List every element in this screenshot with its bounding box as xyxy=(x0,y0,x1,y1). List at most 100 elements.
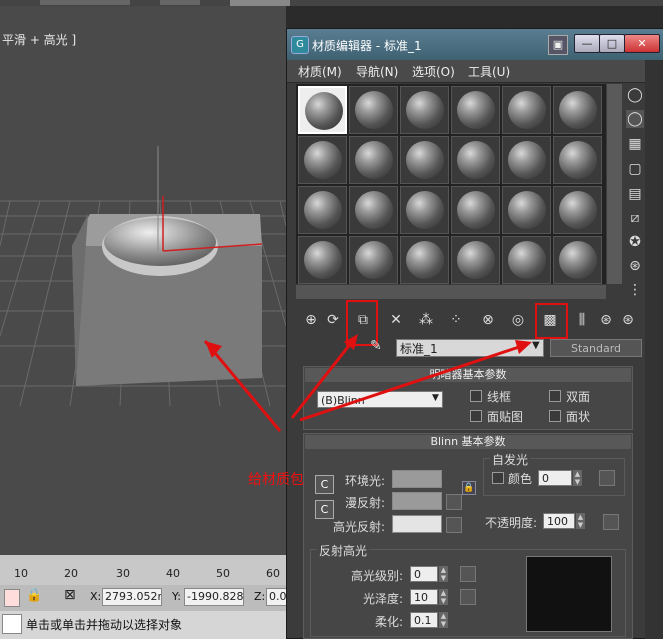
sample-type-icon[interactable]: ◯ xyxy=(626,86,644,104)
sample-slot[interactable] xyxy=(349,136,398,184)
glossiness-map-button[interactable] xyxy=(460,589,476,605)
sample-slot[interactable] xyxy=(451,236,500,284)
pick-material-icon[interactable]: ✎ xyxy=(370,338,382,354)
menu-utilities[interactable]: 工具(U) xyxy=(468,63,510,80)
get-material-icon[interactable]: ⊕ xyxy=(301,310,321,330)
sample-slot[interactable] xyxy=(298,236,347,284)
sample-slot[interactable] xyxy=(298,136,347,184)
show-end-result-icon[interactable]: ⫼ xyxy=(572,310,592,330)
spinner-arrows[interactable]: ▲ ▼ xyxy=(439,612,448,628)
lock-icon[interactable]: 🔒 xyxy=(462,481,476,495)
maxscript-listener-icon[interactable] xyxy=(2,614,22,634)
spinner-arrows[interactable]: ▲ ▼ xyxy=(576,513,585,529)
maximize-button[interactable]: □ xyxy=(599,34,625,53)
spinner-arrows[interactable]: ▲ ▼ xyxy=(573,470,582,486)
material-map-navigator-icon[interactable]: ⋮ xyxy=(626,281,644,299)
sample-slot[interactable] xyxy=(400,136,449,184)
video-color-check-icon[interactable]: ▤ xyxy=(626,185,644,203)
menu-options[interactable]: 选项(O) xyxy=(412,63,455,80)
z-coordinate-field[interactable]: 0.0 xyxy=(266,588,288,606)
shader-select[interactable]: (B)Blinn xyxy=(317,391,443,408)
sample-slot[interactable] xyxy=(451,86,500,134)
sample-slot[interactable] xyxy=(400,86,449,134)
select-by-material-icon[interactable]: ⊛ xyxy=(626,257,644,275)
two-sided-checkbox[interactable] xyxy=(549,390,561,402)
timeline-ruler[interactable]: 10 20 30 40 50 60 xyxy=(0,555,286,585)
sample-slot[interactable] xyxy=(400,236,449,284)
top-tab[interactable] xyxy=(40,0,130,5)
specular-color-swatch[interactable] xyxy=(392,515,442,533)
put-to-library-icon[interactable]: ⊗ xyxy=(478,310,498,330)
minimize-button[interactable]: — xyxy=(574,34,600,53)
top-tab[interactable] xyxy=(160,0,200,5)
specular-level-map-button[interactable] xyxy=(460,566,476,582)
diffuse-map-button[interactable] xyxy=(446,494,462,510)
close-button[interactable]: ✕ xyxy=(624,34,660,53)
ambient-color-swatch[interactable] xyxy=(392,470,442,488)
sample-slot[interactable] xyxy=(553,136,602,184)
sample-slot[interactable] xyxy=(502,236,551,284)
sample-slot[interactable] xyxy=(502,86,551,134)
options-icon[interactable]: ✪ xyxy=(626,233,644,251)
sample-slot[interactable] xyxy=(349,236,398,284)
backlight-icon[interactable]: ◯ xyxy=(626,110,644,128)
sample-slot[interactable] xyxy=(298,86,347,134)
faceted-checkbox[interactable] xyxy=(549,410,561,422)
specular-level-spinner[interactable]: 0 xyxy=(410,566,438,582)
opacity-spinner[interactable]: 100 xyxy=(543,513,575,529)
put-to-scene-icon[interactable]: ⟳ xyxy=(323,310,343,330)
material-type-button[interactable]: Standard xyxy=(550,339,642,357)
glossiness-spinner[interactable]: 10 xyxy=(410,589,438,605)
reset-map-icon[interactable]: ✕ xyxy=(386,310,406,330)
sample-slot[interactable] xyxy=(553,186,602,234)
spinner-arrows[interactable]: ▲ ▼ xyxy=(439,566,448,582)
diffuse-color-swatch[interactable] xyxy=(392,492,442,510)
chevron-down-icon[interactable]: ▼ xyxy=(532,340,540,351)
make-preview-icon[interactable]: ⧄ xyxy=(626,209,644,227)
spinner-arrows[interactable]: ▲ ▼ xyxy=(439,589,448,605)
uv-tiling-icon[interactable]: ▢ xyxy=(626,160,644,178)
sample-slot[interactable] xyxy=(502,186,551,234)
soften-spinner[interactable]: 0.1 xyxy=(410,612,438,628)
slots-vertical-scrollbar[interactable] xyxy=(607,84,622,284)
sample-slot[interactable] xyxy=(349,86,398,134)
chevron-down-icon[interactable]: ▼ xyxy=(432,393,439,403)
sample-slot[interactable] xyxy=(553,86,602,134)
diffuse-specular-lock-button[interactable]: C xyxy=(315,500,334,519)
lock-icon[interactable]: 🔒 xyxy=(26,588,42,603)
sample-slot[interactable] xyxy=(400,186,449,234)
y-coordinate-field[interactable]: -1990.828t xyxy=(184,588,244,606)
mode-icon[interactable]: ▣ xyxy=(548,35,568,55)
material-id-icon[interactable]: ◎ xyxy=(508,310,528,330)
absolute-mode-icon[interactable]: ⊠ xyxy=(64,587,76,603)
sample-slot[interactable] xyxy=(451,136,500,184)
sample-slot[interactable] xyxy=(502,136,551,184)
perspective-viewport[interactable]: 平滑 + 高光 ] xyxy=(0,6,286,555)
menu-navigation[interactable]: 导航(N) xyxy=(356,63,398,80)
make-unique-icon[interactable]: ⁘ xyxy=(446,310,466,330)
copy-material-icon[interactable]: ⁂ xyxy=(416,310,436,330)
selection-lock-icon[interactable] xyxy=(4,589,20,607)
self-illum-map-button[interactable] xyxy=(599,470,615,486)
go-forward-sibling-icon[interactable]: ⊛ xyxy=(618,310,638,330)
ambient-diffuse-lock-button[interactable]: C xyxy=(315,475,334,494)
sample-slot[interactable] xyxy=(349,186,398,234)
face-map-checkbox[interactable] xyxy=(470,410,482,422)
go-to-parent-icon[interactable]: ⊛ xyxy=(596,310,616,330)
sample-slot[interactable] xyxy=(298,186,347,234)
menu-material[interactable]: 材质(M) xyxy=(298,63,342,80)
sample-slot[interactable] xyxy=(553,236,602,284)
blinn-rollout-header[interactable]: Blinn 基本参数 xyxy=(305,435,631,449)
slots-horizontal-scrollbar[interactable] xyxy=(296,285,606,299)
x-coordinate-field[interactable]: 2793.052m xyxy=(102,588,162,606)
self-illum-color-checkbox[interactable] xyxy=(492,472,504,484)
wire-checkbox[interactable] xyxy=(470,390,482,402)
background-icon[interactable]: ▦ xyxy=(626,135,644,153)
opacity-map-button[interactable] xyxy=(603,514,619,530)
specular-map-button[interactable] xyxy=(446,517,462,533)
self-illum-spinner[interactable]: 0 xyxy=(538,470,572,486)
viewport-label[interactable]: 平滑 + 高光 ] xyxy=(2,31,76,48)
material-name-field[interactable]: 标准_1 xyxy=(396,339,544,357)
sample-slot[interactable] xyxy=(451,186,500,234)
shader-rollout-header[interactable]: 明暗器基本参数 xyxy=(305,368,631,382)
